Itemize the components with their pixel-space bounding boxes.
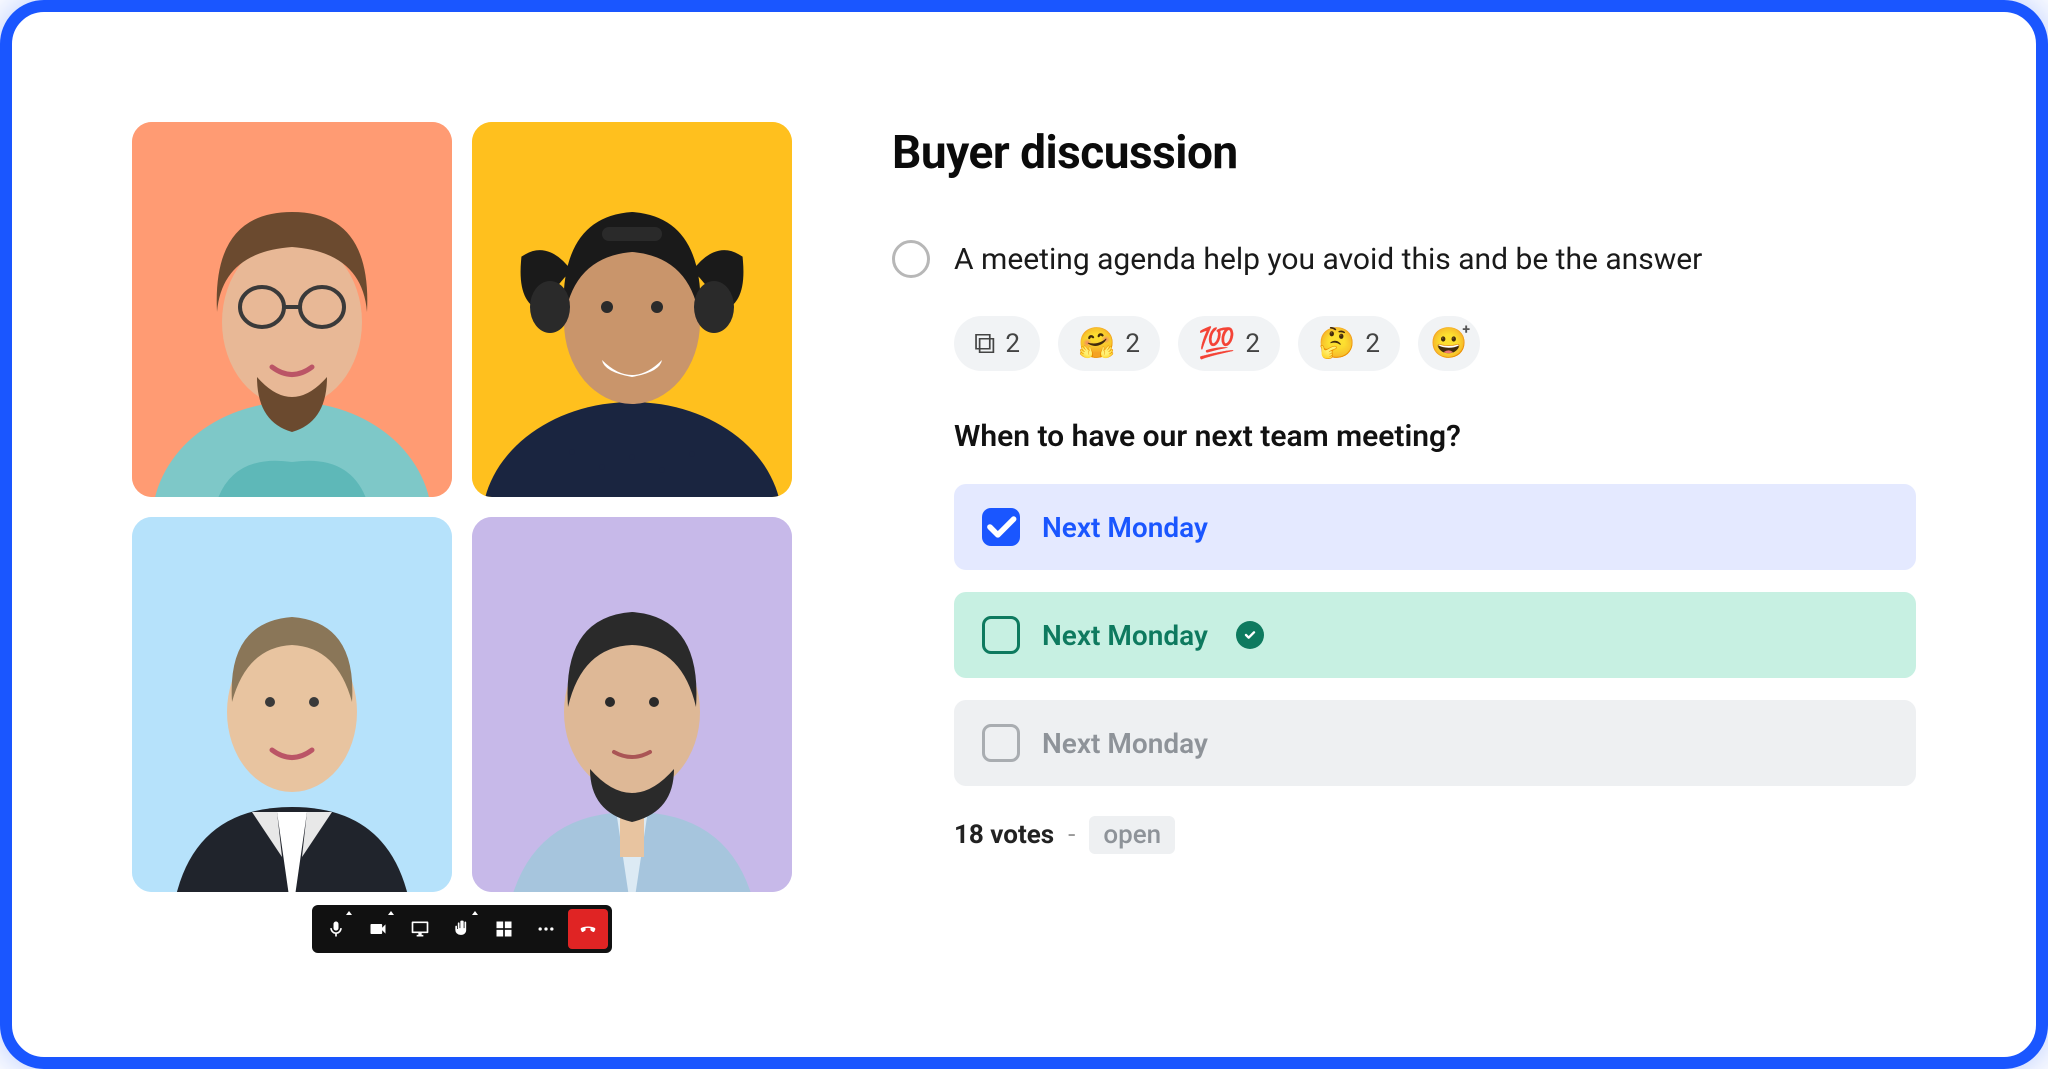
poll-question: When to have our next team meeting? <box>954 419 1916 454</box>
plus-icon: + <box>1462 322 1470 338</box>
avatar <box>132 122 452 497</box>
poll-status-badge: open <box>1089 816 1175 854</box>
avatar <box>472 122 792 497</box>
hug-emoji-icon: 🤗 <box>1078 326 1115 361</box>
thinking-emoji-icon: 🤔 <box>1318 326 1355 361</box>
separator: - <box>1068 820 1075 850</box>
screenshare-button[interactable] <box>400 909 440 949</box>
checkbox-unchecked-icon[interactable] <box>982 724 1020 762</box>
call-toolbar <box>312 905 612 953</box>
agenda-item[interactable]: A meeting agenda help you avoid this and… <box>892 240 1916 278</box>
reaction-count: 2 <box>1245 329 1260 359</box>
reaction-count: 2 <box>1005 329 1020 359</box>
camera-button[interactable] <box>358 909 398 949</box>
reaction-thinking[interactable]: 🤔 2 <box>1298 316 1400 371</box>
reaction-hug[interactable]: 🤗 2 <box>1058 316 1160 371</box>
participant-tile[interactable] <box>472 122 792 497</box>
video-grid <box>132 122 792 967</box>
more-button[interactable] <box>526 909 566 949</box>
poll-options: Next Monday Next Monday Next Monday <box>954 484 1916 786</box>
reaction-count: 2 <box>1125 329 1140 359</box>
checkbox-unchecked-icon[interactable] <box>982 616 1020 654</box>
participant-tile[interactable] <box>132 122 452 497</box>
reactions-row: ⧉ 2 🤗 2 💯 2 🤔 2 😀 + <box>954 316 1916 371</box>
vote-count: 18 votes <box>954 820 1054 850</box>
poll-option-winner[interactable]: Next Monday <box>954 592 1916 678</box>
avatar <box>472 517 792 892</box>
add-reaction-button[interactable]: 😀 + <box>1418 316 1480 371</box>
panel-title: Buyer discussion <box>892 126 1916 180</box>
poll-option-label: Next Monday <box>1042 619 1208 652</box>
copy-icon: ⧉ <box>974 326 995 361</box>
poll-option[interactable]: Next Monday <box>954 700 1916 786</box>
layout-grid-button[interactable] <box>484 909 524 949</box>
reaction-hundred[interactable]: 💯 2 <box>1178 316 1280 371</box>
radio-unchecked-icon[interactable] <box>892 240 930 278</box>
checkbox-checked-icon[interactable] <box>982 508 1020 546</box>
discussion-panel: Buyer discussion A meeting agenda help y… <box>892 122 1916 967</box>
mic-button[interactable] <box>316 909 356 949</box>
poll-option-label: Next Monday <box>1042 727 1208 760</box>
reaction-copy[interactable]: ⧉ 2 <box>954 316 1040 371</box>
poll-option-selected[interactable]: Next Monday <box>954 484 1916 570</box>
agenda-text: A meeting agenda help you avoid this and… <box>954 242 1702 277</box>
verified-badge-icon <box>1236 621 1264 649</box>
end-call-button[interactable] <box>568 909 608 949</box>
poll-footer: 18 votes - open <box>954 816 1916 854</box>
participant-tile[interactable] <box>132 517 452 892</box>
raise-hand-button[interactable] <box>442 909 482 949</box>
avatar <box>132 517 452 892</box>
reaction-count: 2 <box>1365 329 1380 359</box>
participant-tile[interactable] <box>472 517 792 892</box>
app-frame: Buyer discussion A meeting agenda help y… <box>0 0 2048 1069</box>
hundred-emoji-icon: 💯 <box>1198 326 1235 361</box>
poll-option-label: Next Monday <box>1042 511 1208 544</box>
